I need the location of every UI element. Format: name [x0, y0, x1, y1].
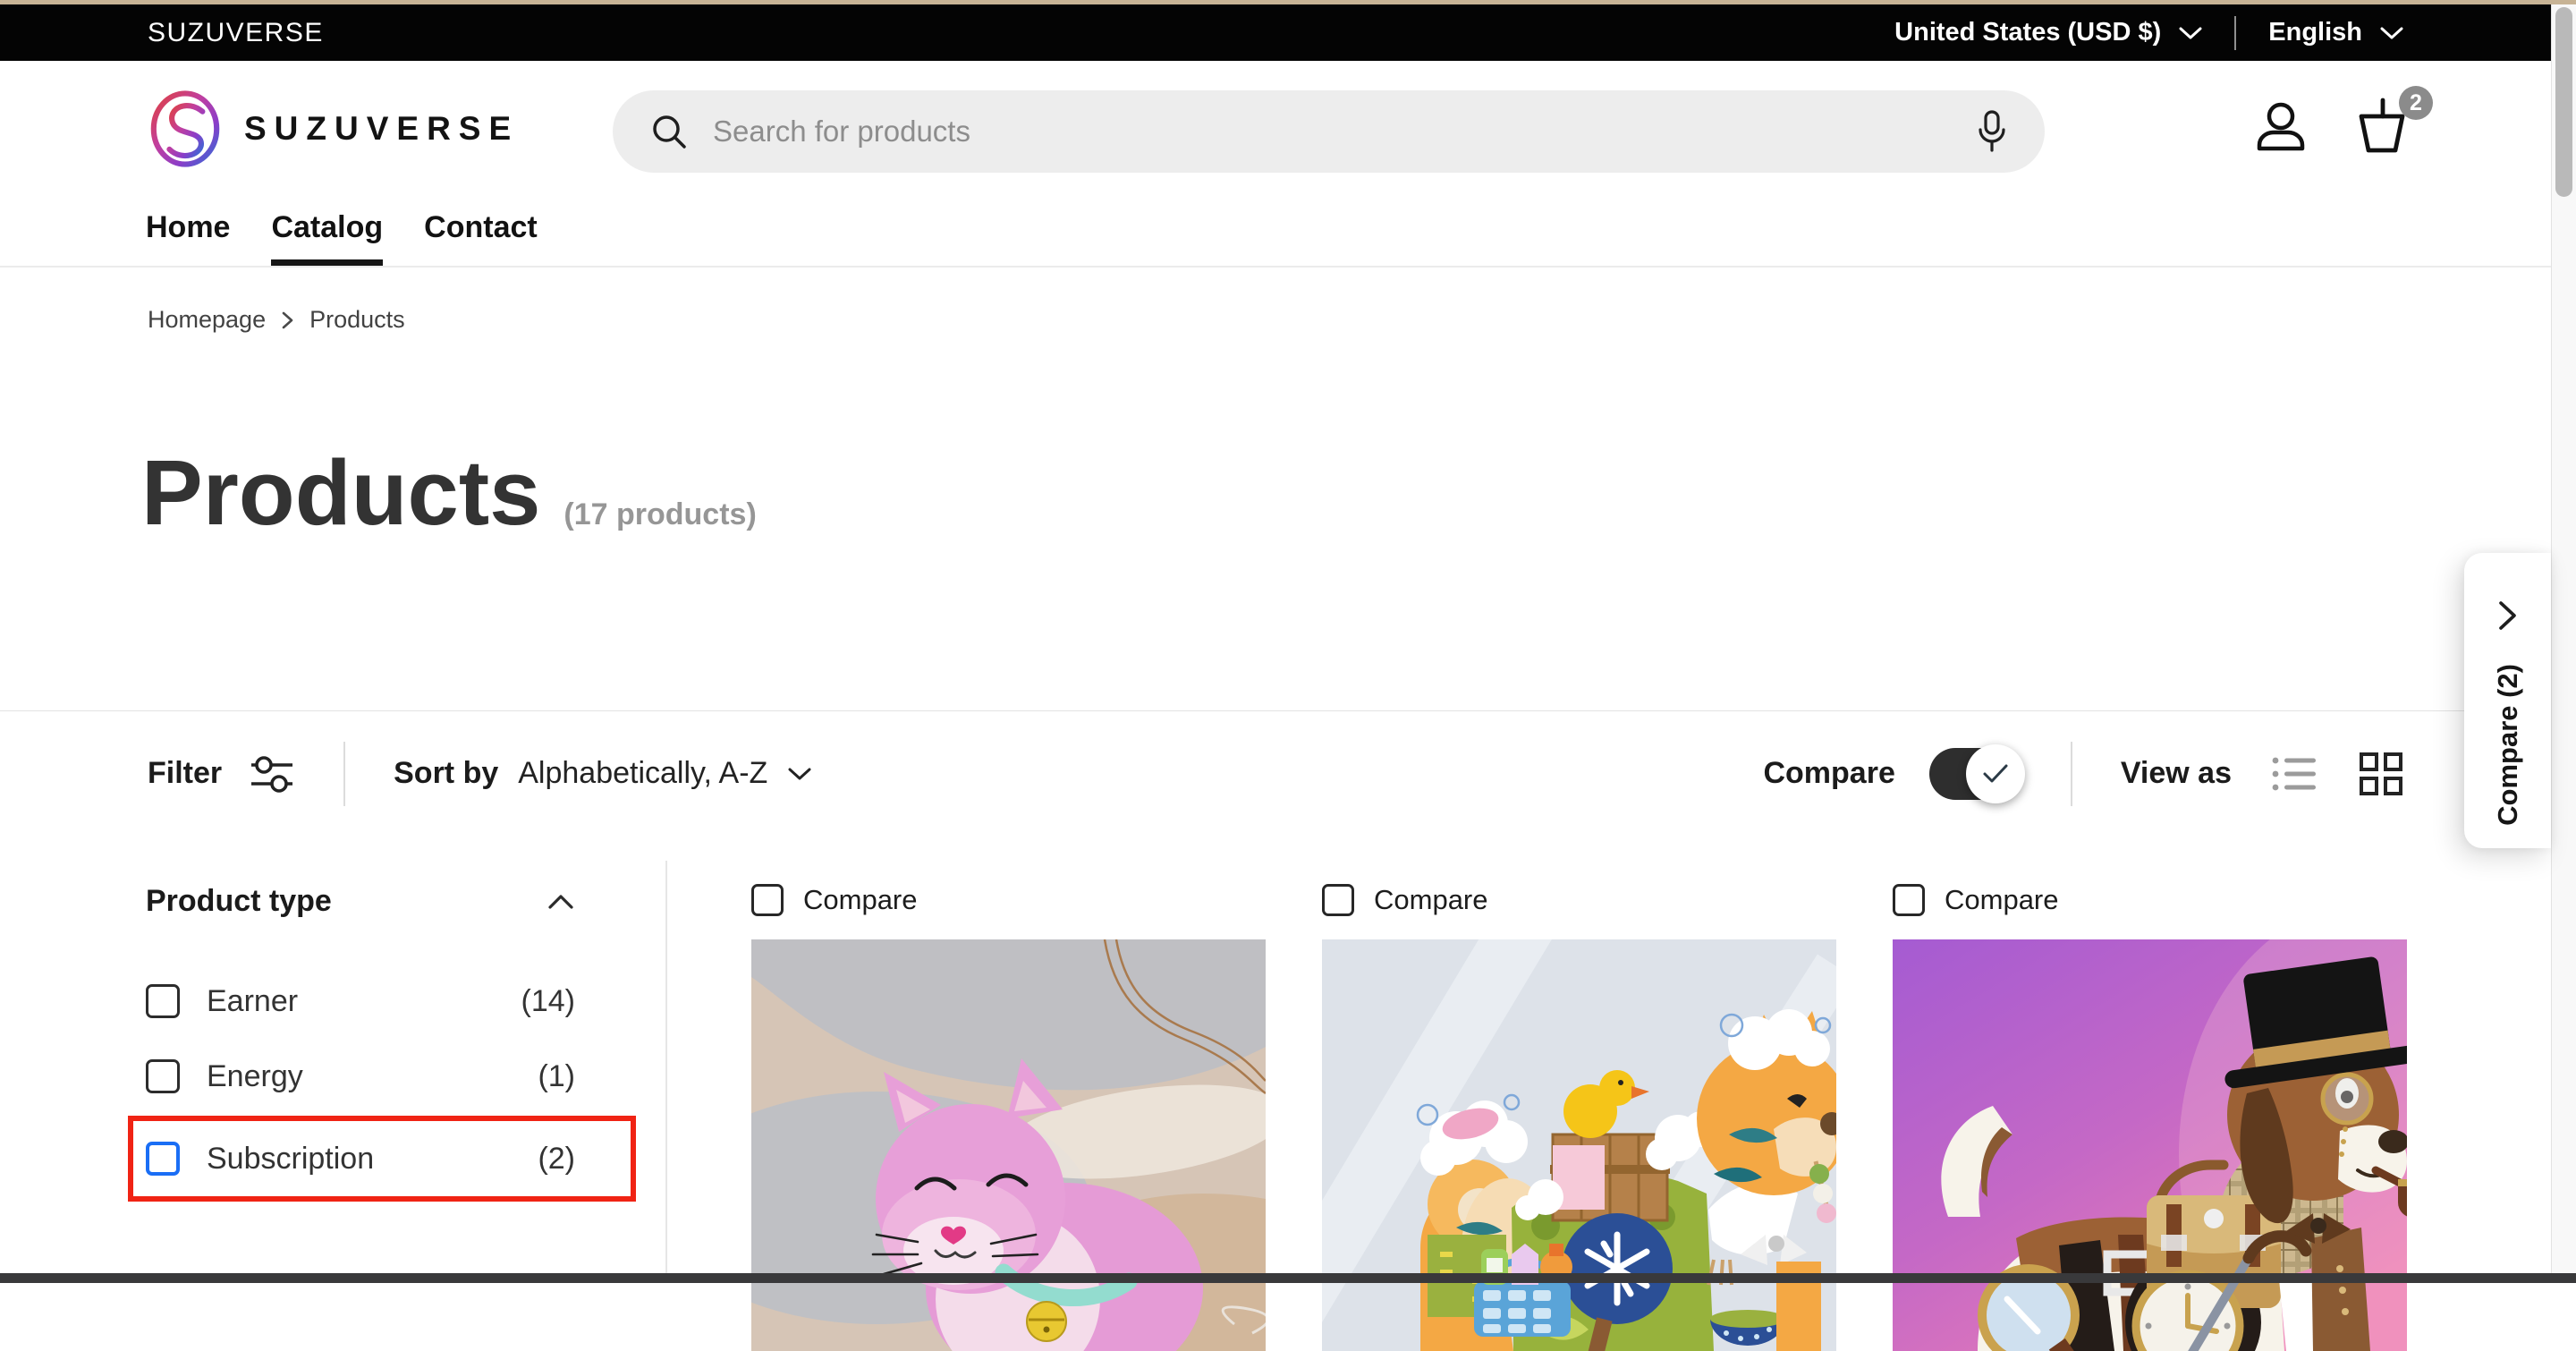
compare-toggle-knob	[1966, 744, 2025, 803]
chevron-down-icon[interactable]	[787, 766, 812, 782]
compare-checkbox-label: Compare	[1945, 884, 2059, 916]
page-title-row: Products (17 products)	[141, 440, 757, 546]
language-selector-label: English	[2268, 18, 2362, 47]
announcement-bar: SUZUVERSE United States (USD $) English	[0, 0, 2551, 61]
facet-group-toggle[interactable]: Product type	[146, 884, 575, 919]
facet-option-label: Energy	[207, 1059, 303, 1094]
chevron-right-icon	[2497, 599, 2519, 632]
facet-sidebar: Product type Earner (14) Energy (1) Subs…	[146, 884, 575, 1202]
bottom-window-edge	[0, 1273, 2576, 1283]
product-image-pink-cat[interactable]	[751, 939, 1266, 1351]
sort-by-label: Sort by	[394, 756, 498, 791]
compare-checkbox[interactable]	[1893, 884, 1925, 916]
breadcrumb-home[interactable]: Homepage	[148, 306, 266, 334]
breadcrumb-current: Products	[309, 306, 405, 334]
product-image-detective-beagle[interactable]	[1893, 939, 2407, 1351]
chevron-down-icon	[2179, 26, 2202, 40]
main-nav: Home Catalog Contact	[146, 210, 538, 266]
breadcrumb: Homepage Products	[148, 306, 405, 334]
announcement-divider	[2234, 16, 2236, 50]
energy-checkbox[interactable]	[146, 1059, 180, 1093]
filter-button-label[interactable]: Filter	[148, 756, 222, 791]
announcement-brand: SUZUVERSE	[148, 18, 324, 48]
compare-row: Compare	[1893, 884, 2407, 916]
compare-checkbox[interactable]	[751, 884, 784, 916]
compare-checkbox[interactable]	[1322, 884, 1354, 916]
toolbar-divider	[2071, 742, 2072, 806]
account-icon	[2252, 98, 2309, 156]
cart-count-badge: 2	[2399, 86, 2433, 120]
language-selector[interactable]: English	[2268, 18, 2403, 47]
scrollbar-thumb[interactable]	[2555, 7, 2572, 197]
country-selector-label: United States (USD $)	[1894, 18, 2161, 47]
product-count: (17 products)	[564, 497, 756, 532]
search-icon	[650, 113, 688, 150]
compare-toggle-label: Compare	[1763, 756, 1894, 791]
page-title: Products	[141, 440, 540, 546]
chevron-down-icon	[2380, 26, 2403, 40]
microphone-icon[interactable]	[1977, 110, 2007, 153]
sidebar-divider	[665, 861, 667, 1274]
chevron-right-icon	[281, 310, 294, 330]
compare-row: Compare	[1322, 884, 1836, 916]
suzuverse-logo-icon	[146, 89, 225, 168]
grid-view-icon[interactable]	[2359, 752, 2403, 796]
page-scrollbar	[2551, 0, 2576, 1283]
search-bar[interactable]	[613, 90, 2045, 173]
country-selector[interactable]: United States (USD $)	[1894, 18, 2202, 47]
account-button[interactable]	[2252, 98, 2309, 156]
facet-option-label: Earner	[207, 984, 298, 1019]
top-accent-line	[0, 0, 2576, 4]
nav-item-catalog[interactable]: Catalog	[271, 210, 383, 266]
view-as-label: View as	[2121, 756, 2232, 791]
search-input[interactable]	[711, 114, 1977, 149]
compare-toggle[interactable]	[1929, 748, 2022, 800]
facet-option-label: Subscription	[207, 1142, 374, 1177]
compare-checkbox-label: Compare	[1374, 884, 1488, 916]
sort-value[interactable]: Alphabetically, A-Z	[518, 756, 767, 791]
nav-item-home[interactable]: Home	[146, 210, 230, 266]
site-header: SUZUVERSE 2 Home Catalog Contact	[0, 61, 2551, 268]
facet-group-title: Product type	[146, 884, 332, 919]
catalog-toolbar: Filter Sort by Alphabetically, A-Z Compa…	[0, 710, 2551, 836]
compare-tray-tab[interactable]: Compare (2)	[2464, 553, 2551, 848]
earner-checkbox[interactable]	[146, 984, 180, 1018]
facet-option-subscription[interactable]: Subscription (2)	[146, 1126, 575, 1191]
compare-tray-label: Compare (2)	[2492, 664, 2524, 826]
compare-row: Compare	[751, 884, 1266, 916]
chevron-up-icon	[547, 893, 575, 911]
nav-item-contact[interactable]: Contact	[424, 210, 538, 266]
list-view-icon[interactable]	[2271, 754, 2316, 794]
facet-option-energy[interactable]: Energy (1)	[146, 1039, 575, 1114]
facet-option-earner[interactable]: Earner (14)	[146, 964, 575, 1039]
toolbar-divider	[343, 742, 345, 806]
logo-text: SUZUVERSE	[244, 110, 519, 148]
logo[interactable]: SUZUVERSE	[146, 89, 519, 168]
product-image-shiba-bath[interactable]	[1322, 939, 1836, 1351]
cart-button[interactable]: 2	[2351, 97, 2413, 156]
facet-option-count: (1)	[538, 1059, 575, 1094]
compare-checkbox-label: Compare	[803, 884, 918, 916]
subscription-checkbox[interactable]	[146, 1142, 180, 1176]
facet-option-count: (2)	[538, 1142, 575, 1177]
facet-option-count: (14)	[521, 984, 575, 1019]
subscription-highlight-box: Subscription (2)	[128, 1116, 636, 1202]
filter-sliders-icon[interactable]	[249, 752, 295, 796]
